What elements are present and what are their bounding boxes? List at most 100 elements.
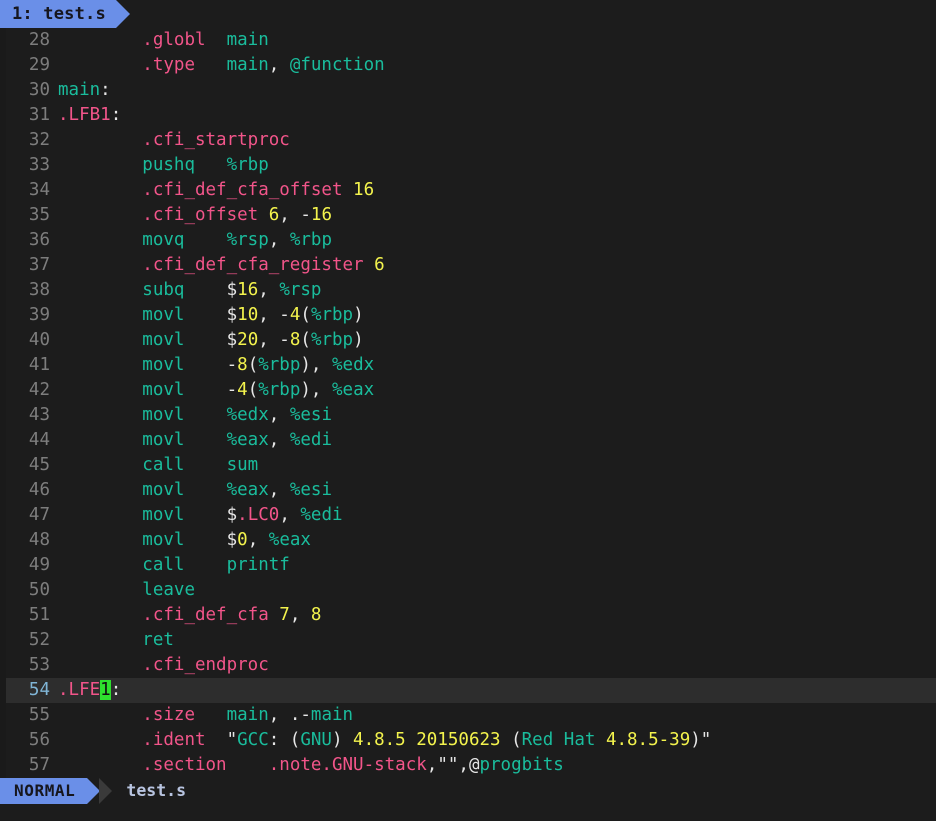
token: , bbox=[258, 280, 280, 300]
token: 7 bbox=[279, 605, 290, 625]
code-line[interactable]: 40 movl $20, -8(%rbp) bbox=[0, 328, 936, 353]
token: %esi bbox=[289, 480, 332, 500]
line-number: 43 bbox=[28, 405, 50, 425]
token: main bbox=[226, 55, 269, 75]
token: %rbp bbox=[310, 305, 354, 325]
tab-test-s[interactable]: 1: test.s bbox=[0, 0, 116, 28]
code-line[interactable]: 46 movl %eax, %esi bbox=[0, 478, 936, 503]
token: ), bbox=[300, 355, 332, 375]
token: - bbox=[184, 380, 238, 400]
token: ret bbox=[142, 630, 174, 650]
code-line[interactable]: 35 .cfi_offset 6, -16 bbox=[0, 203, 936, 228]
line-text: movl %eax, %edi bbox=[58, 428, 936, 453]
line-number: 31 bbox=[28, 105, 50, 125]
line-text: movl $10, -4(%rbp) bbox=[58, 303, 936, 328]
token: $ bbox=[226, 305, 238, 325]
code-line[interactable]: 41 movl -8(%rbp), %edx bbox=[0, 353, 936, 378]
token: %rsp bbox=[226, 230, 269, 250]
token: , bbox=[268, 480, 290, 500]
code-line[interactable]: 52 ret bbox=[0, 628, 936, 653]
code-line[interactable]: 32 .cfi_startproc bbox=[0, 128, 936, 153]
token: movl bbox=[142, 505, 185, 525]
line-number: 34 bbox=[28, 180, 50, 200]
code-line[interactable]: 30 main: bbox=[0, 78, 936, 103]
token: .cfi_def_cfa_register bbox=[142, 255, 364, 275]
token: pushq bbox=[142, 155, 195, 175]
token: 6 bbox=[268, 205, 280, 225]
code-line[interactable]: 57 .section .note.GNU-stack,"",@progbits bbox=[0, 753, 936, 778]
token: sum bbox=[226, 455, 259, 475]
code-line[interactable]: 54 .LFE1: bbox=[0, 678, 936, 703]
code-line[interactable]: 43 movl %edx, %esi bbox=[0, 403, 936, 428]
line-text: main: bbox=[58, 78, 936, 103]
token: ) bbox=[353, 305, 364, 325]
token: , bbox=[247, 530, 269, 550]
code-line[interactable]: 36 movq %rsp, %rbp bbox=[0, 228, 936, 253]
token: %edi bbox=[289, 430, 332, 450]
line-number: 51 bbox=[28, 605, 50, 625]
token: $ bbox=[226, 530, 238, 550]
token: %rbp bbox=[289, 230, 332, 250]
token: .cfi_offset bbox=[142, 205, 259, 225]
code-line[interactable]: 39 movl $10, -4(%rbp) bbox=[0, 303, 936, 328]
token: movq bbox=[142, 230, 185, 250]
token: 16 bbox=[353, 180, 375, 200]
code-line[interactable]: 44 movl %eax, %edi bbox=[0, 428, 936, 453]
code-line[interactable]: 51 .cfi_def_cfa 7, 8 bbox=[0, 603, 936, 628]
line-number: 44 bbox=[28, 430, 50, 450]
code-line[interactable]: 50 leave bbox=[0, 578, 936, 603]
token: 0 bbox=[237, 530, 248, 550]
token: main bbox=[226, 30, 269, 50]
token: %eax bbox=[268, 530, 311, 550]
code-line[interactable]: 42 movl -4(%rbp), %eax bbox=[0, 378, 936, 403]
code-line[interactable]: 28 .globl main bbox=[0, 28, 936, 53]
token: 16 bbox=[310, 205, 332, 225]
token: ( bbox=[247, 380, 259, 400]
line-number: 50 bbox=[28, 580, 50, 600]
token: %rbp bbox=[258, 380, 301, 400]
line-number: 47 bbox=[28, 505, 50, 525]
line-number: 46 bbox=[28, 480, 50, 500]
token: main bbox=[310, 705, 354, 725]
line-text: .LFE1: bbox=[58, 678, 936, 703]
line-number: 49 bbox=[28, 555, 50, 575]
token: %rsp bbox=[279, 280, 322, 300]
code-line[interactable]: 56 .ident "GCC: (GNU) 4.8.5 20150623 (Re… bbox=[0, 728, 936, 753]
token: .globl bbox=[142, 30, 206, 50]
token: , bbox=[289, 605, 311, 625]
code-line[interactable]: 34 .cfi_def_cfa_offset 16 bbox=[0, 178, 936, 203]
token: movl bbox=[142, 355, 185, 375]
code-line[interactable]: 53 .cfi_endproc bbox=[0, 653, 936, 678]
line-text: .size main, .-main bbox=[58, 703, 936, 728]
code-line[interactable]: 48 movl $0, %eax bbox=[0, 528, 936, 553]
token: 4 bbox=[237, 380, 248, 400]
code-line[interactable]: 45 call sum bbox=[0, 453, 936, 478]
line-number: 57 bbox=[28, 755, 50, 775]
code-line[interactable]: 49 call printf bbox=[0, 553, 936, 578]
code-line[interactable]: 38 subq $16, %rsp bbox=[0, 278, 936, 303]
code-line[interactable]: 31 .LFB1: bbox=[0, 103, 936, 128]
token: $ bbox=[226, 505, 238, 525]
token: , bbox=[268, 705, 290, 725]
code-line[interactable]: 47 movl $.LC0, %edi bbox=[0, 503, 936, 528]
code-line[interactable]: 33 pushq %rbp bbox=[0, 153, 936, 178]
editor-buffer[interactable]: 28 .globl main 29 .type main, @function 30… bbox=[0, 28, 936, 778]
code-line[interactable]: 55 .size main, .-main bbox=[0, 703, 936, 728]
code-line[interactable]: 29 .type main, @function bbox=[0, 53, 936, 78]
line-text: movl %edx, %esi bbox=[58, 403, 936, 428]
code-line[interactable]: 37 .cfi_def_cfa_register 6 bbox=[0, 253, 936, 278]
token: 16 bbox=[237, 280, 259, 300]
